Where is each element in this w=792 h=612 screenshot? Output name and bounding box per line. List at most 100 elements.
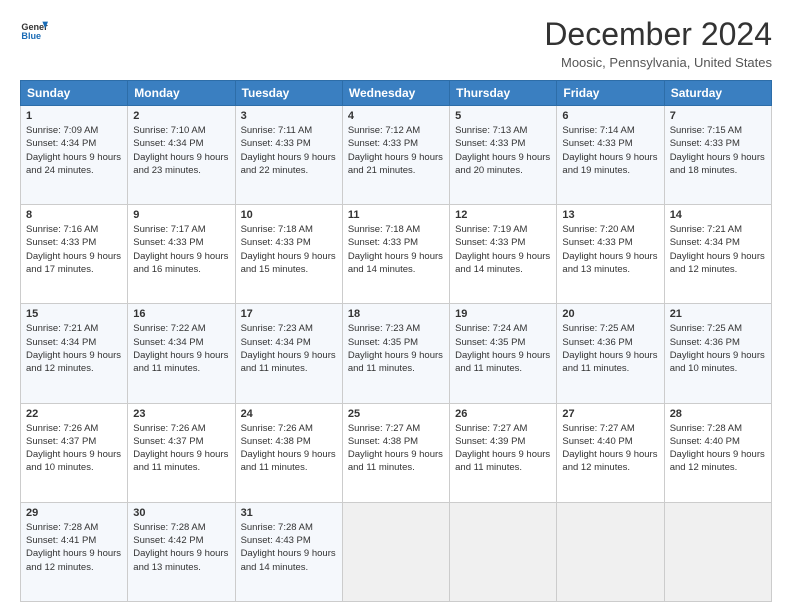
table-row: 6 Sunrise: 7:14 AMSunset: 4:33 PMDaylight…: [557, 106, 664, 205]
cell-content: Sunrise: 7:27 AMSunset: 4:40 PMDaylight …: [562, 423, 657, 474]
calendar-week-5: 29 Sunrise: 7:28 AMSunset: 4:41 PMDayligh…: [21, 502, 772, 601]
calendar-page: General Blue December 2024 Moosic, Penns…: [0, 0, 792, 612]
calendar-title: December 2024: [544, 16, 772, 53]
day-number: 15: [26, 308, 122, 320]
table-row: 10 Sunrise: 7:18 AMSunset: 4:33 PMDayligh…: [235, 205, 342, 304]
logo: General Blue: [20, 16, 48, 44]
table-row: 4 Sunrise: 7:12 AMSunset: 4:33 PMDaylight…: [342, 106, 449, 205]
cell-content: Sunrise: 7:28 AMSunset: 4:40 PMDaylight …: [670, 423, 765, 474]
table-row: 3 Sunrise: 7:11 AMSunset: 4:33 PMDaylight…: [235, 106, 342, 205]
table-row: 18Sunrise: 7:23 AMSunset: 4:35 PMDayligh…: [342, 304, 449, 403]
table-row: 22 Sunrise: 7:26 AMSunset: 4:37 PMDayligh…: [21, 403, 128, 502]
cell-content: Sunrise: 7:13 AMSunset: 4:33 PMDaylight …: [455, 125, 550, 176]
cell-content: Sunrise: 7:23 AMSunset: 4:34 PMDaylight …: [241, 323, 336, 374]
cell-content: Sunrise: 7:16 AMSunset: 4:33 PMDaylight …: [26, 224, 121, 275]
day-number: 28: [670, 408, 766, 420]
cell-content: Sunrise: 7:21 AMSunset: 4:34 PMDaylight …: [26, 323, 121, 374]
cell-content: Sunrise: 7:18 AMSunset: 4:33 PMDaylight …: [241, 224, 336, 275]
table-row: 12 Sunrise: 7:19 AMSunset: 4:33 PMDayligh…: [450, 205, 557, 304]
header-tuesday: Tuesday: [235, 81, 342, 106]
header-saturday: Saturday: [664, 81, 771, 106]
day-number: 25: [348, 408, 444, 420]
day-number: 20: [562, 308, 658, 320]
day-number: 21: [670, 308, 766, 320]
cell-content: Sunrise: 7:22 AMSunset: 4:34 PMDaylight …: [133, 323, 228, 374]
title-block: December 2024 Moosic, Pennsylvania, Unit…: [544, 16, 772, 70]
header-row: Sunday Monday Tuesday Wednesday Thursday…: [21, 81, 772, 106]
day-number: 19: [455, 308, 551, 320]
table-row: [664, 502, 771, 601]
cell-content: Sunrise: 7:21 AMSunset: 4:34 PMDaylight …: [670, 224, 765, 275]
cell-content: Sunrise: 7:14 AMSunset: 4:33 PMDaylight …: [562, 125, 657, 176]
cell-content: Sunrise: 7:26 AMSunset: 4:37 PMDaylight …: [26, 423, 121, 474]
calendar-week-3: 15 Sunrise: 7:21 AMSunset: 4:34 PMDayligh…: [21, 304, 772, 403]
table-row: 17 Sunrise: 7:23 AMSunset: 4:34 PMDayligh…: [235, 304, 342, 403]
day-number: 14: [670, 209, 766, 221]
table-row: 25 Sunrise: 7:27 AMSunset: 4:38 PMDayligh…: [342, 403, 449, 502]
header: General Blue December 2024 Moosic, Penns…: [20, 16, 772, 70]
cell-content: Sunrise: 7:25 AMSunset: 4:36 PMDaylight …: [670, 323, 765, 374]
cell-content: Sunrise: 7:15 AMSunset: 4:33 PMDaylight …: [670, 125, 765, 176]
table-row: 29 Sunrise: 7:28 AMSunset: 4:41 PMDayligh…: [21, 502, 128, 601]
cell-content: Sunrise: 7:26 AMSunset: 4:38 PMDaylight …: [241, 423, 336, 474]
svg-text:Blue: Blue: [21, 31, 41, 41]
header-sunday: Sunday: [21, 81, 128, 106]
day-number: 17: [241, 308, 337, 320]
table-row: [342, 502, 449, 601]
table-row: 9 Sunrise: 7:17 AMSunset: 4:33 PMDaylight…: [128, 205, 235, 304]
cell-content: Sunrise: 7:28 AMSunset: 4:42 PMDaylight …: [133, 522, 228, 573]
day-number: 10: [241, 209, 337, 221]
day-number: 26: [455, 408, 551, 420]
cell-content: Sunrise: 7:28 AMSunset: 4:41 PMDaylight …: [26, 522, 121, 573]
calendar-week-1: 1Sunrise: 7:09 AMSunset: 4:34 PMDaylight…: [21, 106, 772, 205]
day-number: 8: [26, 209, 122, 221]
table-row: 2 Sunrise: 7:10 AMSunset: 4:34 PMDaylight…: [128, 106, 235, 205]
table-row: 19Sunrise: 7:24 AMSunset: 4:35 PMDayligh…: [450, 304, 557, 403]
table-row: 16 Sunrise: 7:22 AMSunset: 4:34 PMDayligh…: [128, 304, 235, 403]
table-row: 15 Sunrise: 7:21 AMSunset: 4:34 PMDayligh…: [21, 304, 128, 403]
day-number: 3: [241, 110, 337, 122]
table-row: 30 Sunrise: 7:28 AMSunset: 4:42 PMDayligh…: [128, 502, 235, 601]
day-number: 7: [670, 110, 766, 122]
day-number: 23: [133, 408, 229, 420]
day-number: 27: [562, 408, 658, 420]
day-number: 11: [348, 209, 444, 221]
cell-content: Sunrise: 7:27 AMSunset: 4:38 PMDaylight …: [348, 423, 443, 474]
day-number: 2: [133, 110, 229, 122]
day-number: 22: [26, 408, 122, 420]
cell-content: Sunrise: 7:18 AMSunset: 4:33 PMDaylight …: [348, 224, 443, 275]
table-row: 27 Sunrise: 7:27 AMSunset: 4:40 PMDayligh…: [557, 403, 664, 502]
calendar-week-2: 8 Sunrise: 7:16 AMSunset: 4:33 PMDaylight…: [21, 205, 772, 304]
table-row: 13Sunrise: 7:20 AMSunset: 4:33 PMDayligh…: [557, 205, 664, 304]
header-thursday: Thursday: [450, 81, 557, 106]
table-row: 1Sunrise: 7:09 AMSunset: 4:34 PMDaylight…: [21, 106, 128, 205]
day-number: 4: [348, 110, 444, 122]
cell-content: Sunrise: 7:19 AMSunset: 4:33 PMDaylight …: [455, 224, 550, 275]
table-row: 14 Sunrise: 7:21 AMSunset: 4:34 PMDayligh…: [664, 205, 771, 304]
cell-content: Sunrise: 7:10 AMSunset: 4:34 PMDaylight …: [133, 125, 228, 176]
table-row: 24 Sunrise: 7:26 AMSunset: 4:38 PMDayligh…: [235, 403, 342, 502]
table-row: 7 Sunrise: 7:15 AMSunset: 4:33 PMDaylight…: [664, 106, 771, 205]
day-number: 31: [241, 507, 337, 519]
day-number: 30: [133, 507, 229, 519]
cell-content: Sunrise: 7:12 AMSunset: 4:33 PMDaylight …: [348, 125, 443, 176]
header-friday: Friday: [557, 81, 664, 106]
day-number: 6: [562, 110, 658, 122]
day-number: 9: [133, 209, 229, 221]
calendar-subtitle: Moosic, Pennsylvania, United States: [544, 55, 772, 70]
cell-content: Sunrise: 7:11 AMSunset: 4:33 PMDaylight …: [241, 125, 336, 176]
day-number: 16: [133, 308, 229, 320]
table-row: 23 Sunrise: 7:26 AMSunset: 4:37 PMDayligh…: [128, 403, 235, 502]
day-number: 1: [26, 110, 122, 122]
cell-content: Sunrise: 7:17 AMSunset: 4:33 PMDaylight …: [133, 224, 228, 275]
day-number: 12: [455, 209, 551, 221]
table-row: 8 Sunrise: 7:16 AMSunset: 4:33 PMDaylight…: [21, 205, 128, 304]
logo-icon: General Blue: [20, 16, 48, 44]
day-number: 13: [562, 209, 658, 221]
cell-content: Sunrise: 7:26 AMSunset: 4:37 PMDaylight …: [133, 423, 228, 474]
table-row: 5Sunrise: 7:13 AMSunset: 4:33 PMDaylight…: [450, 106, 557, 205]
day-number: 24: [241, 408, 337, 420]
table-row: 28 Sunrise: 7:28 AMSunset: 4:40 PMDayligh…: [664, 403, 771, 502]
table-row: 21 Sunrise: 7:25 AMSunset: 4:36 PMDayligh…: [664, 304, 771, 403]
day-number: 29: [26, 507, 122, 519]
